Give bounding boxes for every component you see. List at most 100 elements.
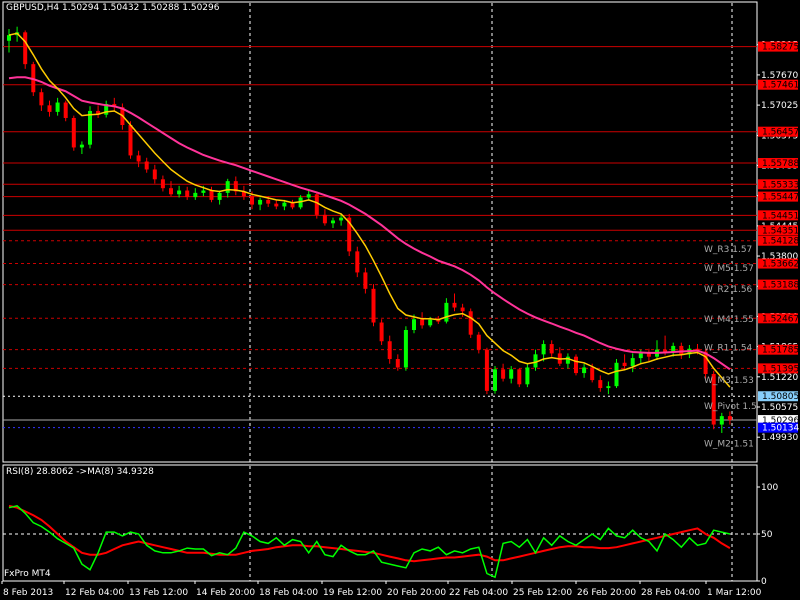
candle-bear — [460, 307, 465, 312]
time-tick-label: 1 Mar 12:00 — [707, 588, 762, 598]
level-label: 1.53662 — [762, 260, 799, 270]
time-tick-label: 20 Feb 20:00 — [387, 588, 446, 598]
candle-bear — [23, 32, 28, 65]
time-axis: 8 Feb 2013 12 Feb 04:00 13 Feb 12:00 14 Feb… — [1, 581, 762, 598]
candle-bear — [128, 124, 133, 156]
candle-bull — [525, 367, 530, 385]
rsi-axis: 100 50 0 — [757, 483, 778, 587]
candle-bear — [371, 288, 376, 323]
level-label: 1.54351 — [762, 226, 799, 236]
candle-bull — [79, 144, 84, 148]
candle-bear — [598, 380, 603, 389]
pivot-name-label: W_M4 1.55 — [704, 315, 754, 325]
candle-bull — [565, 356, 570, 364]
pivot-name-label: W_R2 1.56 — [704, 285, 753, 295]
level-label: 1.51395 — [762, 364, 799, 374]
time-tick-label: 19 Feb 12:00 — [323, 588, 382, 598]
pivot-label: 1.50805 — [762, 392, 799, 402]
pivot-name-label: W_M5 1.57 — [704, 264, 754, 274]
level-label: 1.56457 — [762, 128, 799, 138]
candle-bull — [403, 330, 408, 368]
candle-bear — [160, 179, 165, 189]
candle-bear — [679, 345, 684, 355]
pivot-name-label: W_R1 1.54 — [704, 343, 753, 353]
level-label: 1.52467 — [762, 314, 799, 324]
candle-bear — [355, 251, 360, 273]
candle-bear — [420, 319, 425, 326]
candle-bull — [177, 190, 182, 195]
candle-bear — [314, 194, 319, 215]
time-tick-label: 22 Feb 04:00 — [449, 588, 508, 598]
candle-bear — [152, 169, 157, 180]
candle-bear — [169, 188, 173, 195]
candle-bear — [322, 214, 327, 224]
pivot-name-label: W_M3 1.53 — [704, 376, 754, 386]
candle-bull — [225, 181, 230, 193]
candle-bull — [444, 302, 449, 322]
level-label: 1.51785 — [762, 346, 799, 356]
pivot-name-label: W_M2 1.51 — [704, 439, 754, 449]
rsi-line — [8, 504, 731, 579]
level-lines — [3, 46, 757, 369]
level-label: 1.54128 — [762, 237, 799, 247]
price-tick-label: 1.57670 — [761, 71, 798, 81]
broker-label: FxPro MT4 — [4, 569, 51, 579]
chart-title: GBPUSD,H4 1.50294 1.50432 1.50288 1.5029… — [6, 3, 220, 13]
candle-bear — [468, 311, 473, 335]
candle-bull — [412, 319, 416, 331]
candle-bear — [727, 416, 732, 420]
chart-canvas[interactable]: 1.583151.576701.570251.563751.557351.550… — [0, 0, 800, 600]
level-label: 1.55788 — [762, 159, 799, 169]
price-tick-label: 1.57025 — [761, 101, 798, 111]
candle-bear — [622, 362, 627, 367]
candle-bull — [606, 386, 611, 389]
candle-bear — [590, 367, 595, 381]
candle-bull — [282, 202, 287, 207]
rsi-panel-frame — [2, 464, 758, 582]
candle-bull — [428, 319, 433, 326]
candle-bear — [274, 203, 279, 207]
candle-bull — [582, 367, 587, 374]
candle-bear — [71, 117, 76, 148]
candle-bear — [209, 190, 214, 200]
candle-bear — [144, 161, 149, 170]
candle-bull — [509, 369, 514, 379]
candle-bull — [533, 354, 538, 368]
candle-bear — [549, 344, 554, 354]
candle-bear — [517, 369, 522, 385]
time-tick-label: 13 Feb 12:00 — [129, 588, 188, 598]
candle-bear — [363, 272, 368, 289]
candle-bear — [63, 102, 68, 118]
candle-bull — [331, 220, 335, 224]
candle-bull — [306, 194, 311, 198]
candle-bear — [501, 369, 506, 379]
pivot-name-label: W_R3 1.57 — [704, 245, 752, 255]
candle-bull — [493, 369, 497, 391]
ma-slow-line — [8, 76, 731, 371]
time-tick-label: 14 Feb 20:00 — [196, 588, 255, 598]
level-label: 1.55447 — [762, 193, 799, 203]
candle-bull — [201, 190, 206, 193]
candle-bear — [185, 190, 190, 198]
candle-bear — [47, 105, 52, 112]
candle-bull — [339, 217, 344, 221]
candle-bull — [541, 344, 546, 355]
candle-bear — [39, 92, 44, 106]
candle-bull — [614, 362, 619, 387]
candle-bear — [574, 356, 578, 374]
rsi-tick-label: 100 — [761, 483, 778, 493]
candle-bear — [452, 302, 457, 308]
pivot-name-label: W_Pivot 1.5 — [704, 402, 757, 412]
candle-bull — [88, 110, 92, 145]
candle-bull — [7, 35, 11, 41]
m2-label: 1.50134 — [762, 424, 799, 434]
candle-bull — [55, 102, 60, 112]
candle-bear — [250, 196, 254, 205]
candle-bull — [719, 416, 724, 425]
candle-bull — [638, 353, 643, 359]
time-tick-label: 12 Feb 04:00 — [65, 588, 124, 598]
candle-bear — [484, 349, 489, 391]
time-tick-label: 28 Feb 04:00 — [641, 588, 700, 598]
candle-bear — [646, 353, 651, 357]
level-label: 1.54451 — [762, 211, 799, 221]
